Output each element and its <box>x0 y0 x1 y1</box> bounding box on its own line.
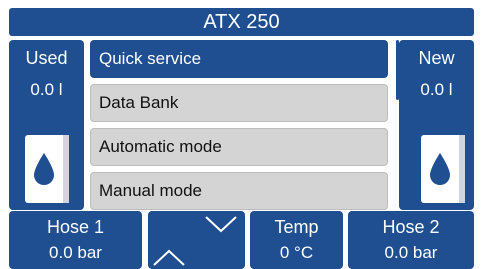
navigation-pad <box>148 211 245 269</box>
oil-tank-icon <box>421 135 465 203</box>
used-label: Used <box>25 48 68 68</box>
device-screen: ATX 250 Used 0.0 l Quick service Data Ba… <box>9 8 474 269</box>
menu-item-manual-mode[interactable]: Manual mode <box>90 172 388 210</box>
temp-value: 0 °C <box>279 243 314 262</box>
chevron-up-icon[interactable] <box>148 241 198 269</box>
temp-label: Temp <box>274 217 319 237</box>
hose1-value: 0.0 bar <box>49 243 102 262</box>
chevron-down-icon[interactable] <box>198 213 245 241</box>
menu-item-automatic-mode[interactable]: Automatic mode <box>90 128 388 166</box>
used-oil-panel: Used 0.0 l <box>9 40 84 210</box>
oil-tank-icon <box>25 135 69 203</box>
new-value: 0.0 l <box>420 80 453 99</box>
main-menu: Quick service Data Bank Automatic mode M… <box>90 40 392 210</box>
page-title: ATX 250 <box>9 8 474 36</box>
hose2-value: 0.0 bar <box>384 243 438 262</box>
new-label: New <box>418 48 455 68</box>
hose2-status: Hose 2 0.0 bar <box>348 211 474 269</box>
temperature-status: Temp 0 °C <box>250 211 343 269</box>
menu-item-data-bank[interactable]: Data Bank <box>90 84 388 122</box>
new-oil-panel: New 0.0 l <box>399 40 474 210</box>
menu-item-quick-service[interactable]: Quick service <box>90 40 388 78</box>
used-value: 0.0 l <box>30 80 63 99</box>
hose2-label: Hose 2 <box>382 217 440 237</box>
hose1-label: Hose 1 <box>46 217 105 237</box>
hose1-status: Hose 1 0.0 bar <box>9 211 142 269</box>
